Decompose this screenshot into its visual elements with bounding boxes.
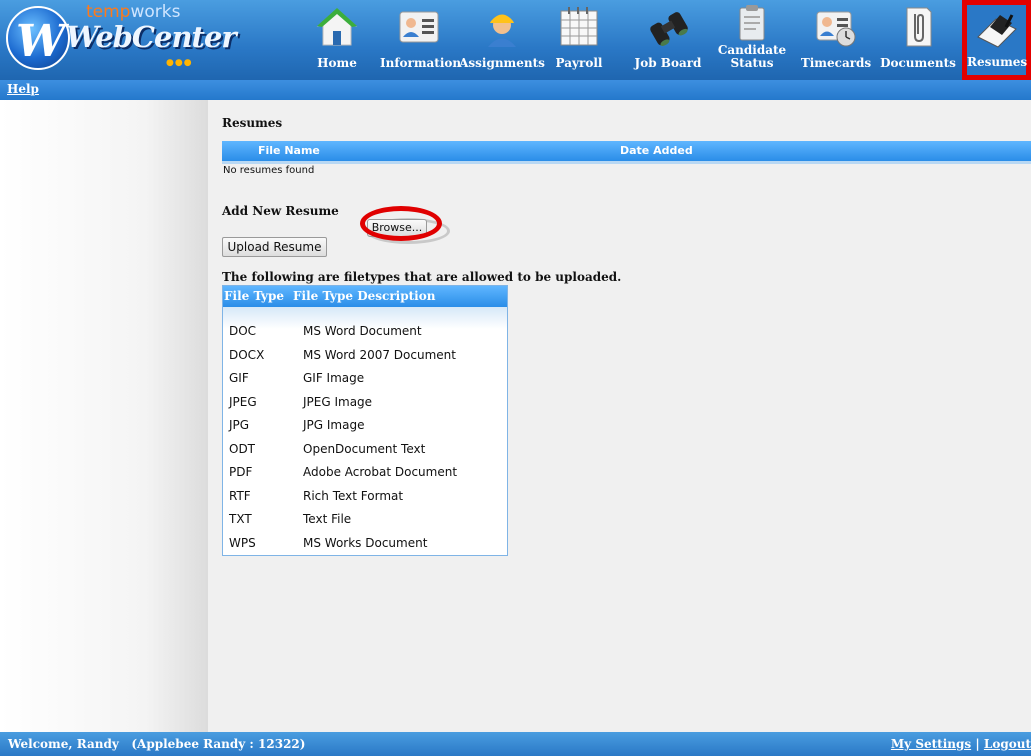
filetype-extension: DOCX — [229, 347, 265, 362]
filetype-row: PDF Adobe Acrobat Document — [223, 461, 507, 483]
filetype-extension: GIF — [229, 371, 249, 385]
binoculars-icon — [650, 12, 688, 46]
filetype-description: JPG Image — [303, 418, 365, 432]
nav-information-label: Information — [380, 56, 462, 70]
nav-home-label: Home — [317, 56, 357, 70]
resume-icon — [976, 14, 1017, 48]
column-date-added[interactable]: Date Added — [620, 144, 693, 157]
footer-links: My Settings | Logout — [891, 737, 1031, 751]
link-separator: | — [975, 737, 980, 751]
home-icon — [316, 8, 358, 46]
empty-state-text: No resumes found — [223, 165, 315, 176]
filetype-row: TXT Text File — [223, 508, 507, 530]
clipboard-icon — [739, 5, 765, 41]
column-file-type: File Type — [224, 289, 285, 303]
table-divider — [222, 161, 1031, 164]
filetype-extension: RTF — [229, 488, 251, 503]
nav-job-board-label: Job Board — [634, 56, 702, 70]
filetype-description: MS Word 2007 Document — [303, 347, 456, 362]
nav-home[interactable]: Home — [306, 2, 368, 76]
logo-webcenter-text: WebCenter — [66, 20, 237, 54]
add-resume-title: Add New Resume — [222, 204, 339, 218]
top-header: W tempworks WebCenter ●●● Home Informati… — [0, 0, 1031, 80]
filetype-description: OpenDocument Text — [303, 441, 426, 456]
logout-link[interactable]: Logout — [984, 737, 1031, 751]
filetypes-table: File Type File Type Description DOC MS Wo… — [222, 285, 508, 556]
filetype-description: MS Word Document — [303, 324, 422, 338]
resumes-table-header: File Name Date Added — [222, 141, 1031, 161]
filetype-extension: JPG — [229, 418, 250, 432]
nav-candidate-status-label: Candidate Status — [717, 43, 787, 70]
filetype-row: WPS MS Works Document — [223, 532, 507, 554]
upload-resume-button[interactable]: Upload Resume — [222, 237, 327, 257]
filetype-description: MS Works Document — [303, 535, 428, 550]
logo-badge: W — [6, 6, 70, 70]
filetype-extension: WPS — [229, 535, 256, 550]
nav-documents[interactable]: Documents — [880, 2, 956, 76]
logo-tempworks-text: tempworks — [86, 2, 181, 22]
nav-timecards-label: Timecards — [800, 56, 872, 70]
left-sidebar — [0, 100, 208, 732]
nav-resumes[interactable]: Resumes — [962, 0, 1031, 80]
column-file-type-description: File Type Description — [293, 289, 436, 303]
filetype-row: ODT OpenDocument Text — [223, 438, 507, 460]
timecard-icon — [816, 11, 856, 47]
filetype-row: GIF GIF Image — [223, 367, 507, 389]
nav-job-board[interactable]: Job Board — [630, 2, 706, 76]
file-path-field[interactable] — [222, 218, 364, 235]
nav-assignments-label: Assignments — [459, 56, 545, 70]
filetype-extension: ODT — [229, 441, 256, 456]
worker-icon — [488, 14, 516, 47]
filetype-description: Adobe Acrobat Document — [303, 465, 458, 479]
nav-candidate-status[interactable]: Candidate Status — [716, 2, 788, 76]
column-file-name[interactable]: File Name — [258, 144, 320, 157]
filetypes-table-header: File Type File Type Description — [223, 286, 507, 307]
browse-button[interactable]: Browse... — [367, 219, 427, 237]
filetype-extension: TXT — [229, 512, 252, 526]
filetype-extension: JPEG — [229, 394, 257, 409]
filetype-description: Text File — [303, 512, 352, 526]
filetype-description: GIF Image — [303, 371, 365, 385]
paperclip-icon — [906, 7, 932, 47]
my-settings-link[interactable]: My Settings — [891, 737, 971, 751]
filetype-description: JPEG Image — [303, 394, 373, 409]
filetypes-title: The following are filetypes that are all… — [222, 270, 622, 284]
filetype-extension: DOC — [229, 324, 257, 338]
nav-timecards[interactable]: Timecards — [798, 2, 874, 76]
nav-assignments[interactable]: Assignments — [459, 2, 545, 76]
filetype-row: DOCX MS Word 2007 Document — [223, 344, 507, 366]
filetype-row: JPEG JPEG Image — [223, 391, 507, 413]
nav-payroll[interactable]: Payroll — [548, 2, 610, 76]
welcome-text: Welcome, Randy (Applebee Randy : 12322) — [8, 737, 306, 751]
help-bar: Help — [0, 80, 1031, 100]
calendar-icon — [560, 7, 598, 46]
nav-documents-label: Documents — [880, 56, 956, 70]
tempworks-webcenter-logo[interactable]: W tempworks WebCenter ●●● — [6, 2, 237, 74]
nav-payroll-label: Payroll — [555, 56, 603, 70]
footer-bar: Welcome, Randy (Applebee Randy : 12322) … — [0, 732, 1031, 756]
nav-information[interactable]: Information — [380, 2, 462, 76]
filetype-row: DOC MS Word Document — [223, 320, 507, 342]
filetype-row: JPG JPG Image — [223, 414, 507, 436]
filetype-extension: PDF — [229, 465, 253, 479]
id-card-icon — [399, 11, 439, 43]
filetype-row: RTF Rich Text Format — [223, 485, 507, 507]
resumes-title: Resumes — [222, 116, 283, 130]
filetype-description: Rich Text Format — [303, 488, 404, 503]
help-link[interactable]: Help — [7, 82, 39, 96]
nav-resumes-label: Resumes — [967, 55, 1028, 69]
logo-dots: ●●● — [166, 58, 193, 68]
